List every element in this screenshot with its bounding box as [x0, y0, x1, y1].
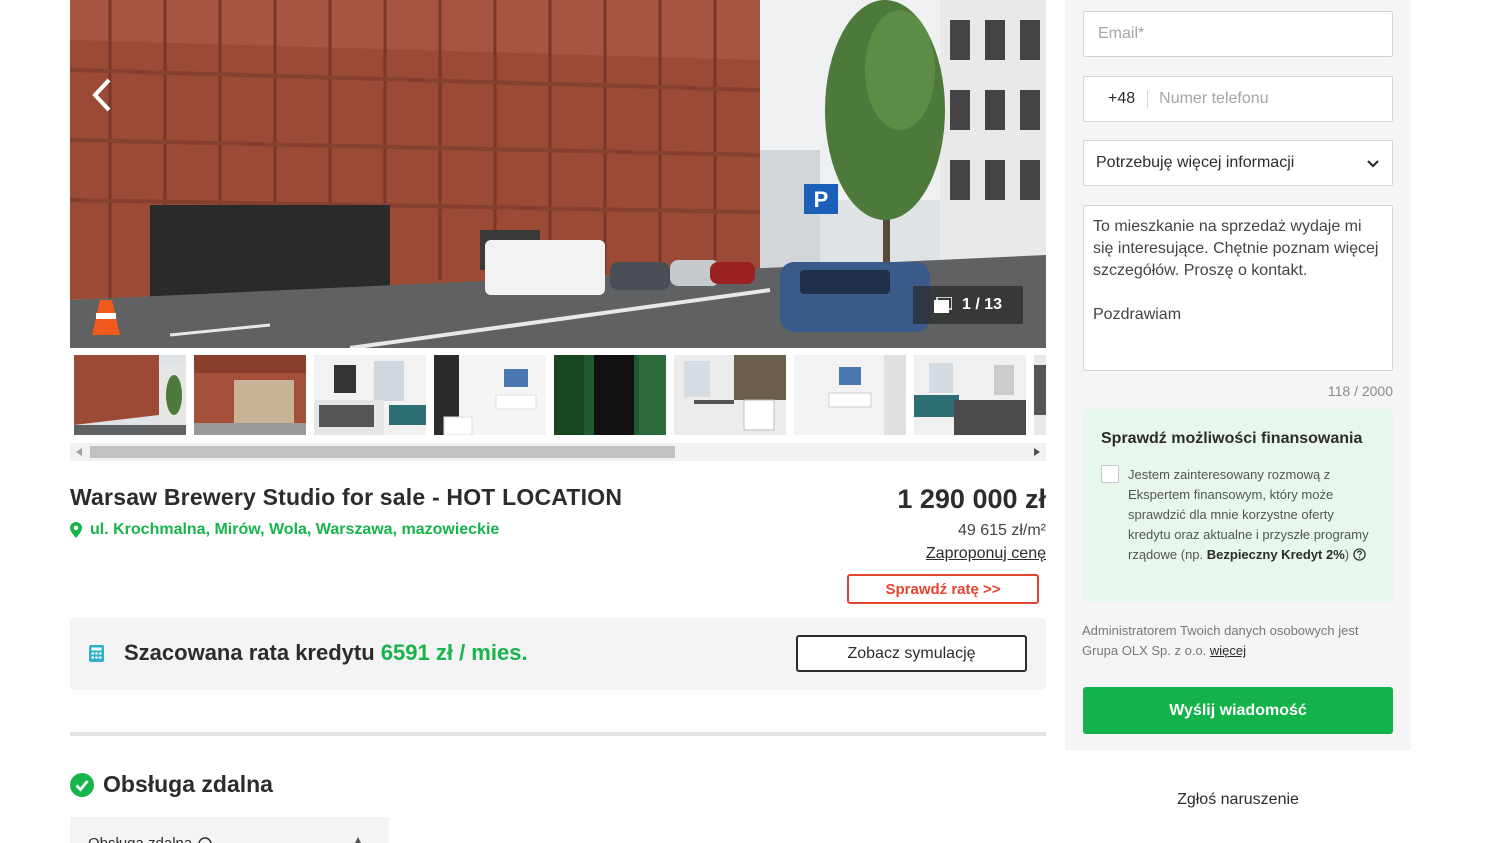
phone-field[interactable]: +48 [1083, 76, 1393, 122]
listing-address[interactable]: ul. Krochmalna, Mirów, Wola, Warszawa, m… [70, 521, 499, 539]
photo-counter-text: 1 / 13 [961, 296, 1003, 313]
credit-estimate-text: Szacowana rata kredytu 6591 zł / mies. [124, 640, 528, 666]
send-message-button[interactable]: Wyślij wiadomość [1083, 687, 1393, 734]
thumbnail[interactable] [794, 355, 906, 435]
financing-text-end: ) [1344, 547, 1350, 562]
character-counter: 118 / 2000 [1327, 383, 1393, 399]
financing-box: Sprawdź możliwości finansowania Jestem z… [1083, 409, 1393, 602]
thumbnail[interactable] [1034, 355, 1046, 435]
thumbnail-scrollbar[interactable] [70, 443, 1046, 461]
gdpr-notice: Administratorem Twoich danych osobowych … [1082, 621, 1382, 661]
financing-title: Sprawdź możliwości finansowania [1101, 430, 1363, 447]
remote-service-title: Obsługa zdalna [103, 771, 273, 797]
photo-counter: 1 / 13 [913, 286, 1023, 324]
phone-prefix[interactable]: +48 [1084, 90, 1149, 108]
remote-service-box-label: Obsługa zdalna [88, 835, 192, 843]
remote-service-box[interactable]: Obsługa zdalna [70, 817, 389, 843]
thumbnail[interactable] [74, 355, 186, 435]
check-rate-button[interactable]: Sprawdź ratę >> [847, 574, 1039, 604]
chevron-down-icon [1367, 159, 1379, 168]
remote-service-heading: Obsługa zdalna [70, 771, 273, 798]
thumbnail-strip [70, 352, 1046, 438]
thumbnail[interactable] [554, 355, 666, 435]
credit-value: 6591 zł / mies. [380, 640, 528, 665]
view-simulation-button[interactable]: Zobacz symulację [796, 635, 1027, 672]
gallery-icon [933, 297, 952, 313]
price-per-square-meter: 49 615 zł/m² [957, 522, 1046, 539]
credit-label: Szacowana rata kredytu [124, 640, 375, 665]
message-textarea[interactable]: To mieszkanie na sprzedaż wydaje mi się … [1083, 205, 1393, 371]
gdpr-more-link[interactable]: więcej [1210, 643, 1246, 658]
scroll-left-button[interactable] [70, 443, 88, 461]
arrow-right-icon [1034, 448, 1040, 456]
svg-text:P: P [814, 187, 829, 212]
financing-text-bold: Bezpieczny Kredyt 2% [1206, 547, 1345, 562]
propose-price-link[interactable]: Zaproponuj cenę [926, 545, 1046, 563]
thumbnail[interactable] [914, 355, 1026, 435]
phone-input[interactable] [1148, 77, 1392, 121]
scrollbar-thumb[interactable] [90, 446, 675, 458]
email-field[interactable] [1083, 11, 1393, 57]
address-text: ul. Krochmalna, Mirów, Wola, Warszawa, m… [90, 521, 500, 538]
remote-box-icon [355, 837, 361, 843]
thumbnail[interactable] [194, 355, 306, 435]
email-input[interactable] [1084, 12, 1392, 56]
financing-consent-text: Jestem zainteresowany rozmową z Eksperte… [1128, 465, 1376, 565]
arrow-left-icon [76, 448, 82, 456]
check-circle-icon [70, 772, 94, 797]
map-pin-icon [70, 522, 82, 538]
section-divider [70, 732, 1046, 736]
inquiry-type-value: Potrzebuję więcej informacji [1096, 154, 1295, 171]
calculator-icon [89, 645, 104, 667]
remote-service-box-label-row: Obsługa zdalna [88, 835, 212, 843]
thumbnail[interactable] [314, 355, 426, 435]
inquiry-type-select[interactable]: Potrzebuję więcej informacji [1083, 140, 1393, 186]
report-violation-link[interactable]: Zgłoś naruszenie [1083, 791, 1393, 809]
thumbnail[interactable] [434, 355, 546, 435]
scroll-right-button[interactable] [1028, 443, 1046, 461]
price: 1 290 000 zł [897, 484, 1046, 514]
thumbnail[interactable] [674, 355, 786, 435]
building-photo: P [70, 0, 1046, 348]
help-circle-icon[interactable] [1353, 548, 1366, 561]
help-icon[interactable] [198, 836, 212, 843]
chevron-left-icon [92, 78, 111, 112]
listing-title: Warsaw Brewery Studio for sale - HOT LOC… [70, 484, 623, 510]
previous-photo-button[interactable] [82, 70, 122, 120]
credit-estimate-box: Szacowana rata kredytu 6591 zł / mies. Z… [70, 618, 1046, 690]
main-photo[interactable]: P [70, 0, 1046, 348]
financing-consent-checkbox[interactable] [1101, 465, 1119, 483]
listing-page: P 1 / 13 Warsaw Brewery Studio for sale … [0, 0, 1500, 843]
